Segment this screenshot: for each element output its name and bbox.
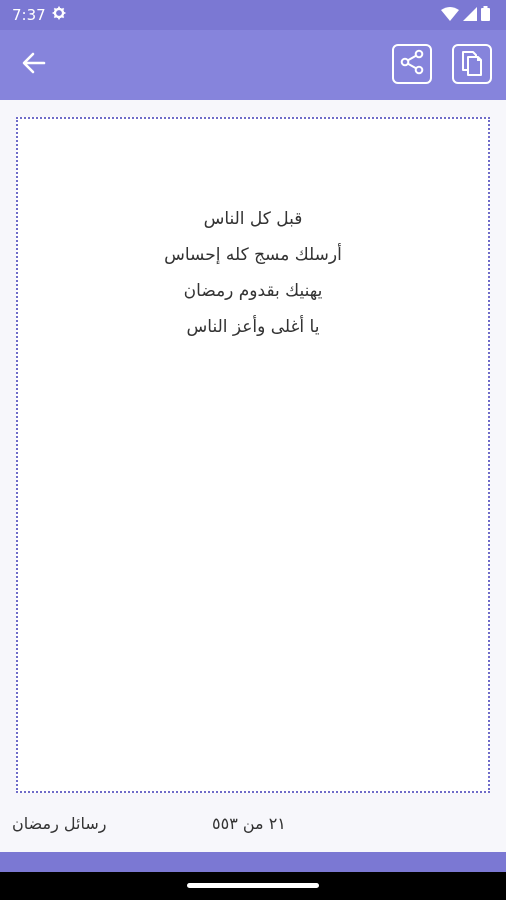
message-line: يهنيك بقدوم رمضان [183,281,323,301]
footer: رسائل رمضان ٢١ من ٥٥٣ [0,808,506,844]
message-text[interactable]: قبل كل الناس أرسلك مسج كله إحساس يهنيك ب… [18,201,488,345]
message-line: قبل كل الناس [203,209,303,229]
message-line: أرسلك مسج كله إحساس [164,245,342,265]
status-time: 7:37 [12,6,46,24]
status-bar: 7:37 [0,0,506,30]
share-button[interactable] [392,44,432,84]
message-line: يا أغلى وأعز الناس [186,317,320,337]
signal-icon [463,6,477,25]
back-button[interactable] [18,51,50,79]
message-counter: ٢١ من ٥٥٣ [212,814,286,833]
home-handle[interactable] [187,883,319,888]
category-label: رسائل رمضان [12,814,107,833]
bottom-bar [0,852,506,872]
copy-button[interactable] [452,44,492,84]
wifi-icon [441,6,459,25]
status-left: 7:37 [12,6,66,24]
app-bar [0,30,506,100]
share-icon [399,49,425,79]
arrow-left-icon [22,52,46,78]
status-right [441,5,490,25]
gear-icon [52,6,66,24]
battery-icon [481,5,490,25]
message-card: قبل كل الناس أرسلك مسج كله إحساس يهنيك ب… [16,117,490,793]
copy-icon [460,48,484,80]
